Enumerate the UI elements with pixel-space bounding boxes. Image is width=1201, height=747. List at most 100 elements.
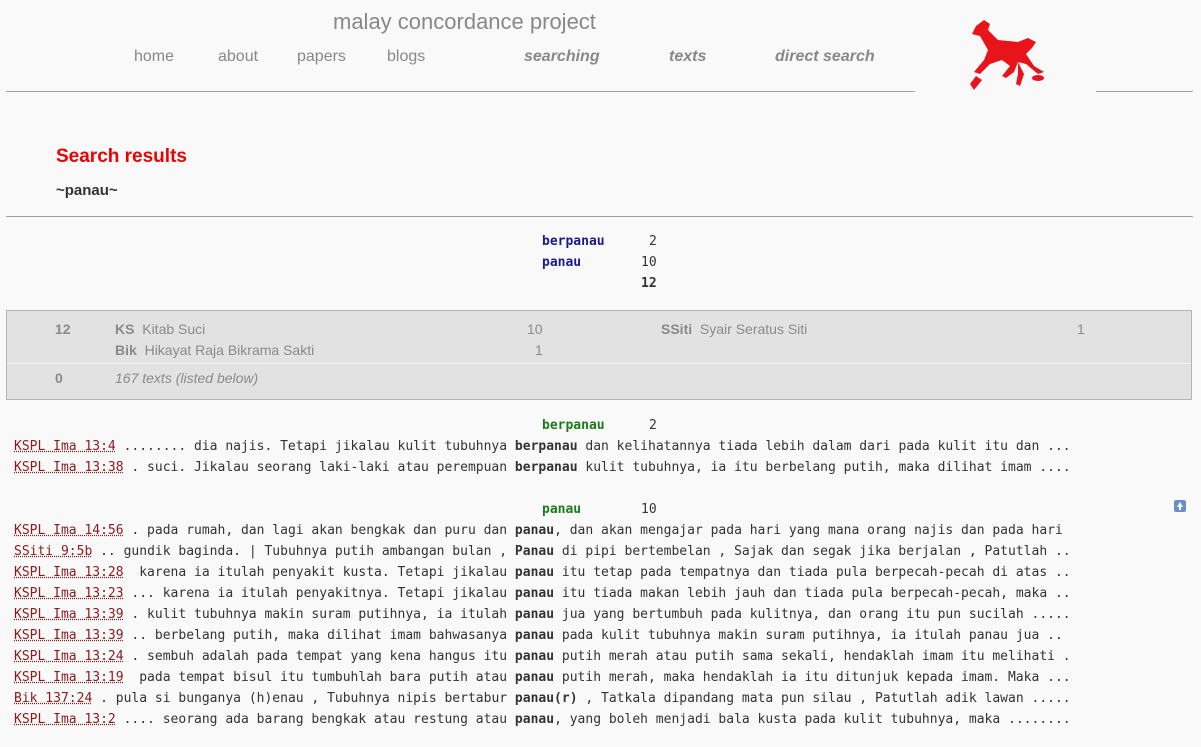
context-after: , Tatkala dipandang mata pun silau , Pat… xyxy=(577,691,1071,706)
concordance-line: KSPL Ima 14:56 . pada rumah, dan lagi ak… xyxy=(14,523,1063,538)
reference-link[interactable]: KSPL Ima 13:39 xyxy=(14,628,124,643)
context-after: putih merah atau putih sama sekali, hend… xyxy=(554,649,1071,664)
summary-word[interactable]: berpanau xyxy=(542,234,605,249)
summary-total: 12 xyxy=(641,276,657,291)
source-entry[interactable]: Bik Hikayat Raja Bikrama Sakti xyxy=(115,342,314,358)
keyword: panau xyxy=(514,586,555,601)
keyword: panau xyxy=(514,649,555,664)
nav-searching[interactable]: searching xyxy=(524,48,600,66)
concordance-line: Bik 137:24 . pula si bunganya (h)enau , … xyxy=(14,691,1071,706)
context-before: . suci. Jikalau seorang laki-laki atau p… xyxy=(123,460,515,475)
group-count: 10 xyxy=(641,502,657,517)
keyword: berpanau xyxy=(514,460,578,475)
nav-texts[interactable]: texts xyxy=(669,48,706,66)
reference-link[interactable]: KSPL Ima 13:4 xyxy=(14,439,116,454)
nav-direct-search[interactable]: direct search xyxy=(775,48,875,66)
keyword: panau(r) xyxy=(514,691,578,706)
context-after: di pipi bertembelan , Sajak dan segak ji… xyxy=(554,544,1071,559)
context-before: . sembuh adalah pada tempat yang kena ha… xyxy=(123,649,515,664)
search-term: ~panau~ xyxy=(56,182,118,199)
context-after: , yang boleh menjadi bala kusta pada kul… xyxy=(554,712,1071,727)
nav-blogs[interactable]: blogs xyxy=(387,48,425,66)
red-horse-logo[interactable] xyxy=(962,14,1048,92)
sources-box: 12 KS Kitab Suci 10 Bik Hikayat Raja Bik… xyxy=(6,310,1192,400)
source-count: 1 xyxy=(535,342,543,358)
group-word: berpanau xyxy=(542,418,605,433)
concordance-line: KSPL Ima 13:2 .... seorang ada barang be… xyxy=(14,712,1071,727)
keyword: Panau xyxy=(514,544,555,559)
context-before: .. gundik baginda. | Tubuhnya putih amba… xyxy=(92,544,515,559)
arrow-up-icon[interactable] xyxy=(1174,500,1186,512)
concordance-line: KSPL Ima 13:24 . sembuh adalah pada temp… xyxy=(14,649,1071,664)
source-name: Kitab Suci xyxy=(142,321,206,337)
context-after: dan kelihatannya tiada lebih dalam dari … xyxy=(577,439,1071,454)
context-after: pada kulit tubuhnya makin suram putihnya… xyxy=(554,628,1063,643)
context-after: itu tiada makan lebih jauh dan tiada pul… xyxy=(554,586,1071,601)
source-name: Hikayat Raja Bikrama Sakti xyxy=(144,342,315,358)
context-before: .... seorang ada barang bengkak atau res… xyxy=(115,712,515,727)
context-before: karena ia itulah penyakit kusta. Tetapi … xyxy=(123,565,515,580)
context-before: ........ dia najis. Tetapi jikalau kulit… xyxy=(115,439,515,454)
nav-home[interactable]: home xyxy=(134,48,174,66)
found-count: 12 xyxy=(55,321,71,337)
group-count: 2 xyxy=(649,418,657,433)
none-count: 0 xyxy=(55,370,63,386)
keyword: panau xyxy=(514,607,555,622)
source-name: Syair Seratus Siti xyxy=(699,321,808,337)
site-title: malay concordance project xyxy=(333,9,596,34)
reference-link[interactable]: KSPL Ima 14:56 xyxy=(14,523,124,538)
header-divider-right xyxy=(1096,91,1193,92)
reference-link[interactable]: Bik 137:24 xyxy=(14,691,92,706)
nav-papers[interactable]: papers xyxy=(297,48,346,66)
context-before: ... karena ia itulah penyakitnya. Tetapi… xyxy=(123,586,515,601)
group-word: panau xyxy=(542,502,582,517)
summary-count: 10 xyxy=(641,255,657,270)
concordance-line: KSPL Ima 13:39 . kulit tubuhnya makin su… xyxy=(14,607,1071,622)
reference-link[interactable]: KSPL Ima 13:38 xyxy=(14,460,124,475)
results-title: Search results xyxy=(56,146,187,167)
reference-link[interactable]: KSPL Ima 13:19 xyxy=(14,670,124,685)
reference-link[interactable]: KSPL Ima 13:24 xyxy=(14,649,124,664)
concordance-line: KSPL Ima 13:39 .. berbelang putih, maka … xyxy=(14,628,1063,643)
source-count: 1 xyxy=(1077,321,1085,337)
keyword: panau xyxy=(514,670,555,685)
concordance-line: SSiti 9:5b .. gundik baginda. | Tubuhnya… xyxy=(14,544,1071,559)
summary-word[interactable]: panau xyxy=(542,255,581,270)
source-count: 10 xyxy=(527,321,543,337)
keyword: berpanau xyxy=(514,439,578,454)
keyword: panau xyxy=(514,628,555,643)
context-before: .. berbelang putih, maka dilihat imam ba… xyxy=(123,628,515,643)
concordance-line: KSPL Ima 13:4 ........ dia najis. Tetapi… xyxy=(14,439,1071,454)
keyword: panau xyxy=(514,565,555,580)
concordance-line: KSPL Ima 13:38 . suci. Jikalau seorang l… xyxy=(14,460,1071,475)
context-before: pada tempat bisul itu tumbuhlah bara put… xyxy=(123,670,515,685)
source-entry[interactable]: SSiti Syair Seratus Siti xyxy=(661,321,807,337)
reference-link[interactable]: KSPL Ima 13:23 xyxy=(14,586,124,601)
keyword: panau xyxy=(514,523,555,538)
reference-link[interactable]: SSiti 9:5b xyxy=(14,544,92,559)
sources-divider xyxy=(7,363,1191,364)
summary-count: 2 xyxy=(649,234,657,249)
context-after: jua yang bertumbuh pada kulitnya, dan or… xyxy=(554,607,1071,622)
concordance-line: KSPL Ima 13:23 ... karena ia itulah peny… xyxy=(14,586,1071,601)
context-before: . kulit tubuhnya makin suram putihnya, i… xyxy=(123,607,515,622)
header-divider xyxy=(6,91,915,92)
reference-link[interactable]: KSPL Ima 13:2 xyxy=(14,712,116,727)
nav-about[interactable]: about xyxy=(218,48,258,66)
none-text: 167 texts (listed below) xyxy=(115,370,259,386)
source-code: SSiti xyxy=(661,321,693,337)
keyword: panau xyxy=(514,712,555,727)
context-before: . pula si bunganya (h)enau , Tubuhnya ni… xyxy=(92,691,515,706)
concordance-line: KSPL Ima 13:19 pada tempat bisul itu tum… xyxy=(14,670,1071,685)
context-after: itu tetap pada tempatnya dan tiada pula … xyxy=(554,565,1071,580)
source-code: KS xyxy=(115,321,135,337)
reference-link[interactable]: KSPL Ima 13:39 xyxy=(14,607,124,622)
context-after: kulit tubuhnya, ia itu berbelang putih, … xyxy=(577,460,1071,475)
concordance-line: KSPL Ima 13:28 karena ia itulah penyakit… xyxy=(14,565,1071,580)
source-entry[interactable]: KS Kitab Suci xyxy=(115,321,205,337)
context-after: , dan akan mengajar pada hari yang mana … xyxy=(554,523,1063,538)
context-before: . pada rumah, dan lagi akan bengkak dan … xyxy=(123,523,515,538)
reference-link[interactable]: KSPL Ima 13:28 xyxy=(14,565,124,580)
results-divider xyxy=(6,216,1193,217)
context-after: putih merah, maka hendaklah ia itu ditun… xyxy=(554,670,1071,685)
